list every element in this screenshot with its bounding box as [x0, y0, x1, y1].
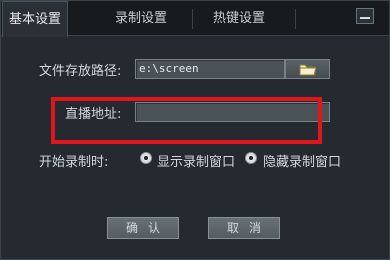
tab-divider: [295, 9, 296, 29]
show-window-radio[interactable]: [140, 152, 152, 164]
tab-bar: 基本设置 录制设置 热键设置: [1, 1, 389, 37]
tab-divider: [192, 9, 193, 29]
tab-hotkey-settings[interactable]: 热键设置: [199, 1, 279, 36]
browse-folder-button[interactable]: [285, 59, 330, 79]
show-window-label[interactable]: 显示录制窗口: [157, 151, 235, 170]
settings-dialog: 基本设置 录制设置 热键设置 文件存放路径: e:\screen 直播地址: 开…: [0, 0, 390, 260]
minimize-icon[interactable]: [356, 8, 374, 24]
hide-window-radio[interactable]: [245, 152, 257, 164]
path-label: 文件存放路径:: [39, 64, 122, 79]
folder-icon: [299, 64, 317, 76]
highlight-box: [51, 97, 322, 144]
ok-button[interactable]: 确认: [107, 217, 179, 239]
tab-record-settings[interactable]: 录制设置: [101, 1, 181, 36]
cancel-button[interactable]: 取消: [208, 217, 280, 239]
hide-window-label[interactable]: 隐藏录制窗口: [263, 151, 341, 170]
start-record-label: 开始录制时:: [39, 155, 109, 170]
tab-basic-settings[interactable]: 基本设置: [2, 1, 68, 37]
save-path-field[interactable]: e:\screen: [135, 59, 285, 79]
